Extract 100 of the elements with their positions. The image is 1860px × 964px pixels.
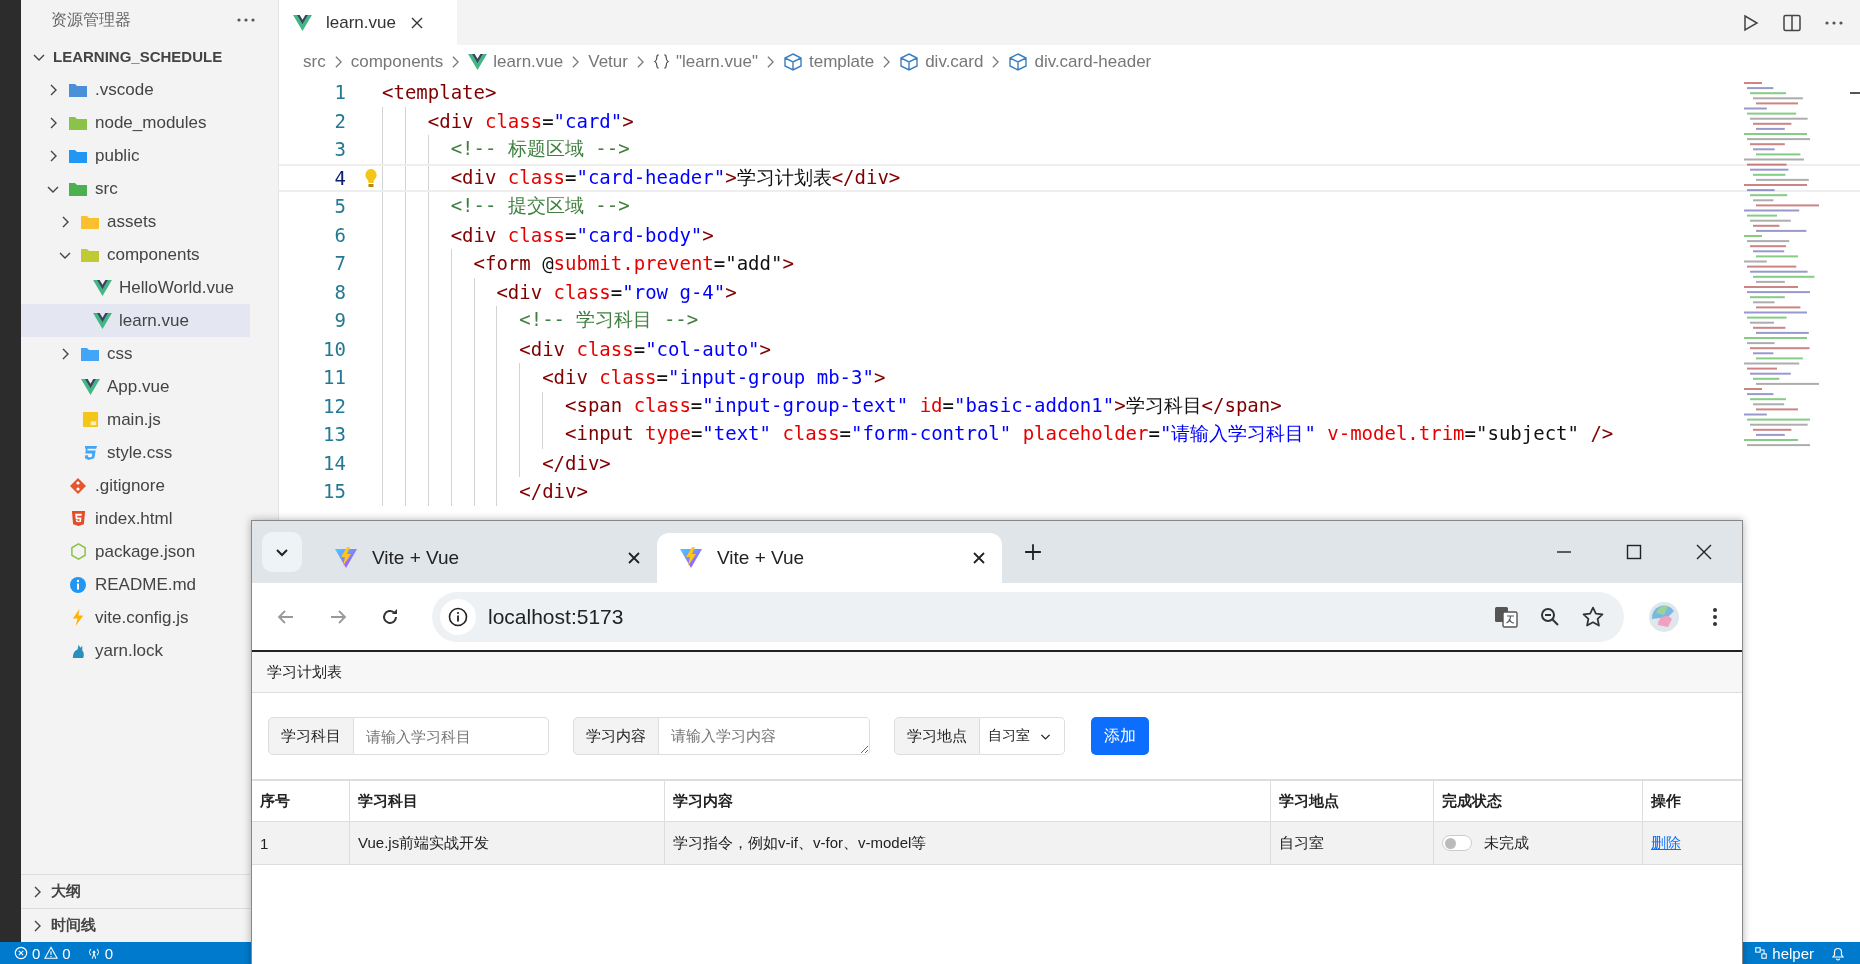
split-editor-icon[interactable] — [1782, 12, 1802, 33]
file-name: .gitignore — [95, 475, 165, 496]
tree-item[interactable]: css — [21, 337, 250, 370]
tree-item[interactable]: .vscode — [21, 73, 250, 106]
breadcrumb-item[interactable]: Vetur — [588, 51, 628, 72]
table-cell: 学习指令，例如v-if、v-for、v-model等 — [664, 822, 1270, 864]
code-line: <div class="col-auto"> — [518, 337, 771, 360]
table-cell-text: 1 — [259, 833, 270, 854]
file-name: node_modules — [95, 112, 207, 133]
translate-icon[interactable] — [1494, 604, 1518, 629]
chevron-right-icon — [571, 54, 581, 69]
code-line: <div class="input-group mb-3"> — [541, 366, 886, 389]
file-name: assets — [107, 211, 157, 232]
remote-indicator[interactable]: helper — [1754, 944, 1814, 962]
tree-item[interactable]: App.vue — [21, 370, 250, 403]
tree-item[interactable]: learn.vue — [21, 304, 250, 337]
tree-item[interactable]: yarn.lock — [21, 634, 250, 667]
tree-item[interactable]: LEARNING_SCHEDULE — [21, 40, 250, 73]
address-bar[interactable]: localhost:5173 — [432, 591, 1624, 642]
delete-link[interactable]: 删除 — [1651, 833, 1681, 853]
remote-icon — [1754, 946, 1769, 960]
folder-icon — [68, 180, 88, 197]
section-title: 大纲 — [51, 882, 81, 901]
close-icon[interactable] — [972, 551, 986, 565]
browser-tab[interactable]: Vite + Vue — [312, 533, 657, 583]
url-text: localhost:5173 — [488, 604, 624, 629]
status-text: 未完成 — [1484, 833, 1529, 853]
tree-item[interactable]: vite.config.js — [21, 601, 250, 634]
table-cell: Vue.js前端实战开发 — [349, 822, 664, 864]
breadcrumb-item[interactable]: div.card-header — [1008, 51, 1152, 72]
tree-item[interactable]: package.json — [21, 535, 250, 568]
zoom-out-icon[interactable] — [1540, 606, 1560, 627]
close-icon[interactable] — [409, 15, 424, 30]
file-name: style.css — [107, 442, 173, 463]
maximize-icon[interactable] — [1626, 544, 1642, 560]
tree-item[interactable]: HelloWorld.vue — [21, 271, 250, 304]
close-icon[interactable] — [1696, 544, 1712, 560]
chevron-right-icon — [765, 54, 775, 69]
tree-item[interactable]: node_modules — [21, 106, 250, 139]
tree-item[interactable]: src — [21, 172, 250, 205]
file-name: HelloWorld.vue — [119, 277, 234, 298]
v-logo-icon — [92, 279, 112, 296]
field-label: 学习科目 — [268, 717, 354, 755]
line-number: 12 — [322, 394, 346, 417]
tree-item[interactable]: .gitignore — [21, 469, 250, 502]
new-tab-icon[interactable] — [1024, 543, 1042, 561]
tree-item[interactable]: components — [21, 238, 250, 271]
code-line: <div class="card"> — [426, 109, 634, 132]
line-number: 7 — [333, 252, 346, 275]
v-logo-icon — [293, 14, 312, 31]
toggle-switch[interactable] — [1442, 835, 1472, 851]
breadcrumb-item[interactable]: src — [303, 51, 326, 72]
code-line: <span class="input-group-text" id="basic-addon1">学习科目</span> — [564, 392, 1282, 418]
add-button[interactable]: 添加 — [1091, 717, 1149, 755]
chevron-right-icon — [333, 54, 343, 69]
line-number: 13 — [322, 423, 346, 446]
input-field[interactable]: 请输入学习科目 — [354, 717, 549, 755]
tree-item[interactable]: style.css — [21, 436, 250, 469]
line-number: 4 — [333, 166, 346, 189]
code-line: <template> — [382, 81, 497, 104]
text-area[interactable]: 请输入学习内容 — [659, 717, 870, 755]
problems-indicator[interactable]: 0 0 — [14, 944, 71, 962]
info-icon — [69, 575, 87, 594]
broadcast-icon — [86, 946, 101, 960]
line-number: 10 — [322, 337, 346, 360]
dropdown[interactable]: 自习室 — [980, 717, 1065, 755]
breadcrumb-item[interactable]: components — [350, 51, 444, 72]
more-icon[interactable] — [1824, 19, 1844, 26]
close-icon[interactable] — [627, 551, 641, 565]
tree-item[interactable]: assets — [21, 205, 250, 238]
ports-indicator[interactable]: 0 — [86, 944, 114, 962]
line-number: 3 — [333, 138, 346, 161]
code-line: <!-- 学习科目 --> — [518, 307, 699, 333]
more-icon[interactable] — [236, 17, 256, 23]
file-name: .vscode — [95, 79, 154, 100]
line-number: 14 — [322, 451, 346, 474]
star-icon[interactable] — [1582, 605, 1604, 628]
breadcrumb-item[interactable]: div.card — [899, 51, 984, 72]
file-name: yarn.lock — [95, 640, 164, 661]
editor-tab[interactable]: learn.vue — [279, 0, 457, 45]
browser-tab[interactable]: Vite + Vue — [657, 533, 1002, 583]
panel-section-header[interactable]: 大纲 — [21, 874, 250, 908]
line-number: 9 — [333, 309, 346, 332]
tree-item[interactable]: main.js — [21, 403, 250, 436]
bell-icon[interactable] — [1830, 945, 1846, 961]
breadcrumb-item[interactable]: learn.vue — [468, 51, 564, 72]
info-icon[interactable] — [448, 606, 468, 627]
tree-item[interactable]: public — [21, 139, 250, 172]
breadcrumb-item[interactable]: template — [782, 51, 875, 72]
lightbulb-icon[interactable] — [364, 167, 378, 188]
hexagon-file-icon — [69, 543, 87, 560]
code-line: <div class="card-body"> — [449, 223, 714, 246]
folder-icon — [68, 81, 88, 98]
line-number: 8 — [333, 280, 346, 303]
tree-item[interactable]: README.md — [21, 568, 250, 601]
breadcrumb-item[interactable]: "learn.vue" — [652, 51, 758, 72]
tree-item[interactable]: index.html — [21, 502, 250, 535]
menu-icon[interactable] — [1712, 606, 1718, 627]
field-label: 学习内容 — [573, 717, 659, 755]
file-name: learn.vue — [119, 310, 189, 331]
